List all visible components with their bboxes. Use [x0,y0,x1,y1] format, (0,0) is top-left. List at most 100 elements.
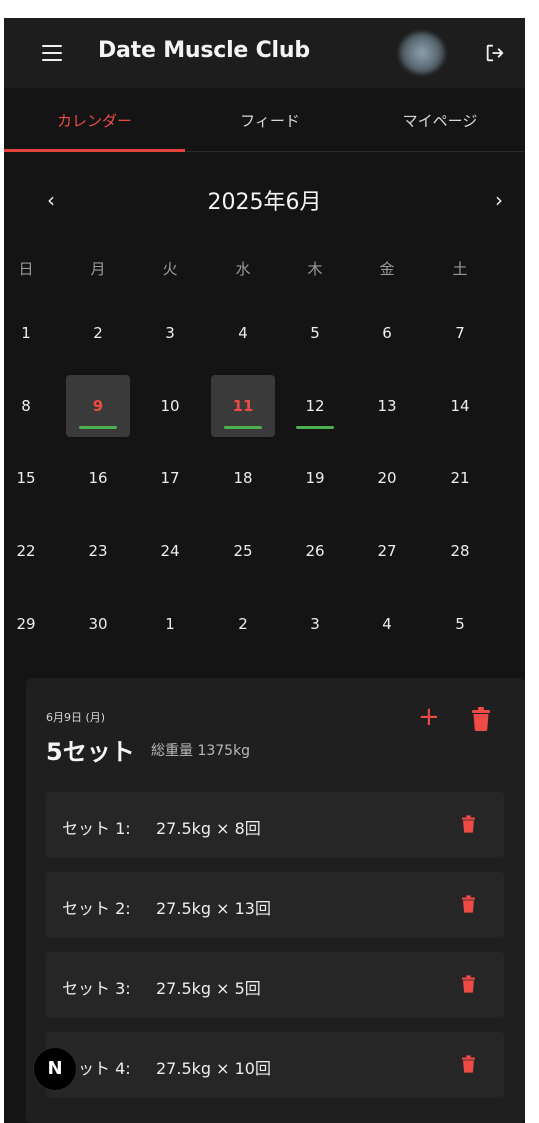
calendar-day[interactable]: 21 [428,447,492,509]
calendar-day[interactable]: 22 [4,520,58,582]
calendar-day[interactable]: 4 [355,593,419,655]
day-number: 1 [165,615,175,633]
workout-detail-panel: 6月9日 (月) 5セット 総重量 1375kg + セット 1: 27.5kg … [26,678,525,1123]
calendar-day[interactable]: 11 [211,375,275,437]
calendar-day[interactable]: 10 [138,375,202,437]
set-value: 27.5kg × 13回 [156,899,271,918]
hamburger-menu-icon[interactable] [42,45,62,61]
calendar-day[interactable]: 9 [66,375,130,437]
calendar-day[interactable]: 16 [66,447,130,509]
calendar-day[interactable]: 18 [211,447,275,509]
set-row: セット 3: 27.5kg × 5回 [46,952,504,1018]
tab-mypage[interactable]: マイページ [355,88,525,152]
calendar-day[interactable]: 23 [66,520,130,582]
detail-total-weight: 総重量 1375kg [151,743,251,759]
day-number: 2 [238,615,248,633]
day-number: 9 [92,397,104,415]
app-header: Date Muscle Club [4,18,525,88]
calendar-day[interactable]: 1 [4,302,58,364]
day-number: 8 [21,397,31,415]
calendar-day[interactable]: 30 [66,593,130,655]
workout-indicator [224,426,262,429]
set-value: 27.5kg × 8回 [156,819,261,838]
calendar-day[interactable]: 28 [428,520,492,582]
add-set-button[interactable]: + [418,704,440,730]
set-label: セット 2: [62,899,131,918]
calendar-day[interactable]: 5 [283,302,347,364]
calendar-day[interactable]: 1 [138,593,202,655]
delete-set-icon[interactable] [462,895,475,913]
calendar-day[interactable]: 15 [4,447,58,509]
delete-set-icon[interactable] [462,815,475,833]
delete-workout-icon[interactable] [472,707,490,731]
calendar-day[interactable]: 7 [428,302,492,364]
calendar-day[interactable]: 17 [138,447,202,509]
day-number: 28 [450,542,470,560]
weekday-header: 火 [162,260,178,278]
day-number: 19 [305,469,325,487]
delete-set-icon[interactable] [462,975,475,993]
weekday-header: 水 [235,260,251,278]
calendar-day[interactable]: 2 [211,593,275,655]
set-label: セット 1: [62,819,131,838]
dev-badge[interactable]: N [34,1048,76,1090]
set-label: セット 3: [62,979,131,998]
calendar-day[interactable]: 8 [4,375,58,437]
calendar-day[interactable]: 5 [428,593,492,655]
calendar-day[interactable]: 2 [66,302,130,364]
calendar-day[interactable]: 13 [355,375,419,437]
weekday-header: 木 [307,260,323,278]
weekday-header: 日 [18,260,34,278]
day-number: 10 [160,397,180,415]
day-number: 18 [233,469,253,487]
user-avatar[interactable] [399,32,445,74]
calendar-day[interactable]: 6 [355,302,419,364]
month-title: 2025年6月 [207,190,322,215]
delete-set-icon[interactable] [462,1055,475,1073]
detail-date: 6月9日 (月) [46,711,106,724]
calendar-day[interactable]: 3 [283,593,347,655]
calendar-day[interactable]: 25 [211,520,275,582]
day-number: 21 [450,469,470,487]
tab-calendar[interactable]: カレンダー [4,88,185,152]
day-number: 12 [305,397,325,415]
day-number: 16 [88,469,108,487]
calendar-day[interactable]: 27 [355,520,419,582]
calendar-day[interactable]: 19 [283,447,347,509]
set-row: セット 2: 27.5kg × 13回 [46,872,504,938]
day-number: 23 [88,542,108,560]
calendar-day[interactable]: 3 [138,302,202,364]
day-number: 2 [93,324,103,342]
set-value: 27.5kg × 5回 [156,979,261,998]
calendar-day[interactable]: 24 [138,520,202,582]
day-number: 25 [233,542,253,560]
day-number: 7 [455,324,465,342]
active-tab-indicator [4,149,185,152]
workout-indicator [79,426,117,429]
calendar-day[interactable]: 20 [355,447,419,509]
day-number: 6 [382,324,392,342]
weekday-header: 土 [452,260,468,278]
weekday-header: 金 [379,260,395,278]
detail-set-count: 5セット [46,738,135,766]
set-row: セット 4: 27.5kg × 10回 [46,1032,504,1098]
tab-bar: カレンダー フィード マイページ [4,88,525,152]
day-number: 29 [16,615,36,633]
calendar-day[interactable]: 29 [4,593,58,655]
calendar-day[interactable]: 12 [283,375,347,437]
tab-feed[interactable]: フィード [185,88,355,152]
app-title: Date Muscle Club [98,38,310,63]
calendar-day[interactable]: 26 [283,520,347,582]
day-number: 3 [310,615,320,633]
day-number: 1 [21,324,31,342]
set-value: 27.5kg × 10回 [156,1059,271,1078]
logout-icon[interactable] [484,42,506,64]
workout-indicator [296,426,334,429]
day-number: 22 [16,542,36,560]
next-month-button[interactable]: › [484,188,514,212]
day-number: 17 [160,469,180,487]
calendar-day[interactable]: 4 [211,302,275,364]
calendar-day[interactable]: 14 [428,375,492,437]
day-number: 20 [377,469,397,487]
day-number: 24 [160,542,180,560]
